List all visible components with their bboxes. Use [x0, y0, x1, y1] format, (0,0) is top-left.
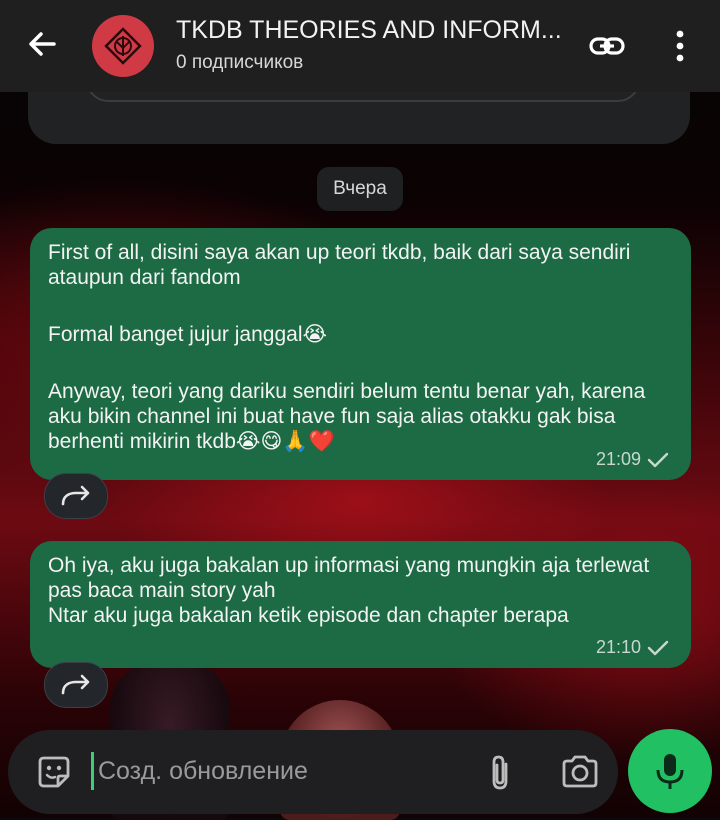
date-separator: Вчера: [317, 167, 403, 211]
voice-record-button[interactable]: [628, 729, 712, 813]
channel-title[interactable]: TKDB THEORIES AND INFORM...: [176, 16, 576, 45]
message-composer: [8, 730, 618, 814]
check-icon: [647, 452, 669, 467]
paperclip-icon[interactable]: [478, 750, 522, 794]
message-time: 21:10: [595, 637, 641, 657]
chat-header: TKDB THEORIES AND INFORM... 0 подписчико…: [0, 0, 720, 92]
check-icon: [647, 640, 669, 655]
channel-avatar[interactable]: [92, 15, 154, 77]
subscriber-count: 0 подписчиков: [176, 52, 304, 73]
text-cursor: [91, 752, 94, 790]
message-text: Oh iya, aku juga bakalan up informasi ya…: [48, 554, 650, 627]
forward-icon: [61, 674, 90, 695]
camera-icon[interactable]: [558, 750, 602, 794]
message-meta: 21:09: [596, 447, 669, 472]
link-icon[interactable]: [588, 28, 626, 64]
forward-button[interactable]: [44, 662, 108, 708]
message-bubble[interactable]: First of all, disini saya akan up teori …: [30, 228, 691, 480]
message-bubble[interactable]: Oh iya, aku juga bakalan up informasi ya…: [30, 541, 691, 668]
message-text: First of all, disini saya akan up teori …: [48, 241, 631, 289]
message-input[interactable]: [98, 748, 458, 794]
message-meta: 21:10: [596, 635, 669, 660]
message-text: Anyway, teori yang dariku sendiri belum …: [48, 380, 646, 453]
microphone-icon: [656, 754, 684, 789]
sticker-icon[interactable]: [34, 752, 74, 792]
channel-logo: [104, 27, 142, 65]
message-text: Formal banget jujur janggal😭: [48, 323, 328, 346]
more-vertical-icon[interactable]: [664, 26, 696, 66]
forward-icon: [61, 485, 90, 506]
message-time: 21:09: [595, 449, 641, 469]
back-arrow-icon[interactable]: [24, 26, 60, 62]
forward-button[interactable]: [44, 473, 108, 519]
